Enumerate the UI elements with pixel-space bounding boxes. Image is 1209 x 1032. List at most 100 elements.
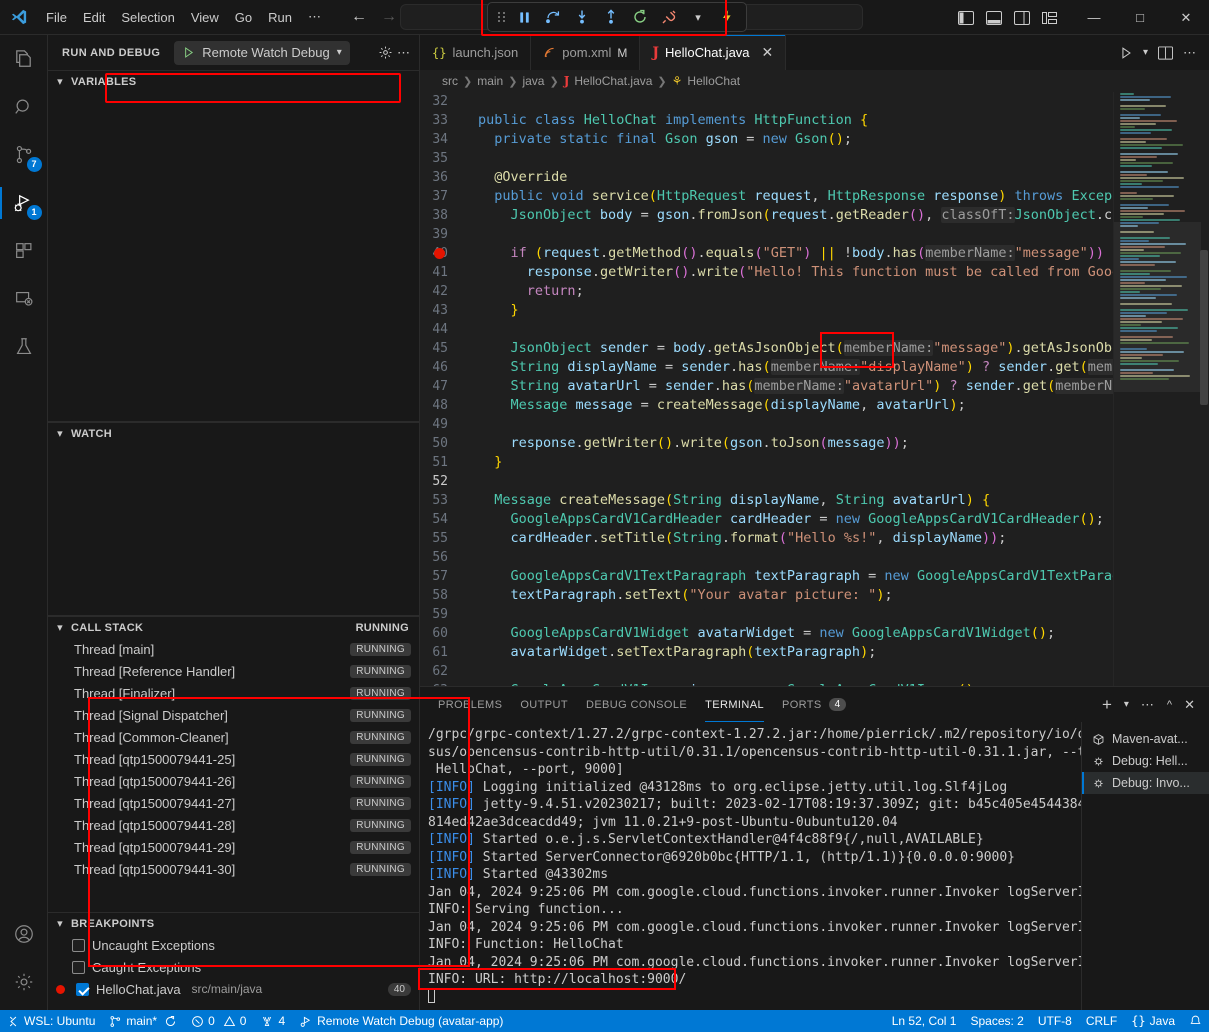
code-line[interactable]: 54 GoogleAppsCardV1CardHeader cardHeader… — [420, 510, 1113, 529]
code-line[interactable]: 51 } — [420, 453, 1113, 472]
code-line[interactable]: 63 GoogleAppsCardV1Image image = new Goo… — [420, 681, 1113, 686]
tab-problems[interactable]: PROBLEMS — [438, 687, 502, 722]
code-content[interactable]: 3233public class HelloChat implements Ht… — [420, 92, 1113, 686]
settings-gear-icon[interactable] — [0, 958, 48, 1006]
status-branch[interactable]: main* — [102, 1010, 184, 1032]
terminal-list-item[interactable]: Debug: Invo... — [1082, 772, 1209, 794]
step-out-button[interactable] — [598, 5, 624, 29]
code-line[interactable]: 58 textParagraph.setText("Your avatar pi… — [420, 586, 1113, 605]
menu-edit[interactable]: Edit — [75, 6, 113, 29]
code-line[interactable]: 45 JsonObject sender = body.getAsJsonObj… — [420, 339, 1113, 358]
status-eol[interactable]: CRLF — [1079, 1010, 1124, 1032]
watch-section-header[interactable]: ▾ WATCH — [48, 422, 419, 444]
editor-scrollbar[interactable] — [1199, 92, 1209, 686]
chevron-down-icon[interactable]: ▾ — [337, 47, 342, 58]
activity-run-and-debug-icon[interactable]: 1 — [0, 179, 48, 227]
thread-row[interactable]: Thread [qtp1500079441-25]RUNNING — [48, 748, 419, 770]
activity-explorer-icon[interactable] — [0, 35, 48, 83]
code-line[interactable]: 44 — [420, 320, 1113, 339]
code-line[interactable]: 46 String displayName = sender.has(membe… — [420, 358, 1113, 377]
code-line[interactable]: 32 — [420, 92, 1113, 111]
breadcrumb-file[interactable]: HelloChat.java — [574, 74, 652, 88]
code-line[interactable]: 34 private static final Gson gson = new … — [420, 130, 1113, 149]
breakpoint-row[interactable]: Caught Exceptions — [48, 956, 419, 978]
code-line[interactable]: 50 response.getWriter().write(gson.toJso… — [420, 434, 1113, 453]
toggle-panel-icon[interactable] — [983, 7, 1005, 29]
variables-section-header[interactable]: ▾ VARIABLES — [48, 70, 419, 92]
terminal-output[interactable]: /grpc/grpc-context/1.27.2/grpc-context-1… — [420, 722, 1081, 1010]
thread-row[interactable]: Thread [qtp1500079441-29]RUNNING — [48, 836, 419, 858]
chevron-down-icon[interactable]: ▾ — [1143, 47, 1148, 58]
more-actions-icon[interactable]: ⋯ — [397, 45, 411, 61]
tab-launch-json[interactable]: {} launch.json — [420, 35, 531, 70]
close-panel-icon[interactable]: ✕ — [1184, 697, 1195, 713]
code-line[interactable]: 42 return; — [420, 282, 1113, 301]
close-button[interactable]: ✕ — [1163, 0, 1209, 35]
code-line[interactable]: 59 — [420, 605, 1113, 624]
activity-remote-explorer-icon[interactable] — [0, 275, 48, 323]
toggle-primary-sidebar-icon[interactable] — [955, 7, 977, 29]
tab-hellochat-java[interactable]: J HelloChat.java ✕ — [640, 35, 786, 70]
menu-selection[interactable]: Selection — [113, 6, 182, 29]
drag-handle-icon[interactable] — [494, 10, 508, 24]
hot-reload-button[interactable] — [714, 5, 740, 29]
menu-bar[interactable]: File Edit Selection View Go Run ⋯ — [38, 5, 329, 29]
breakpoints-section-header[interactable]: ▾ BREAKPOINTS — [48, 912, 419, 934]
new-terminal-icon[interactable]: + — [1102, 696, 1112, 713]
code-line[interactable]: 47 String avatarUrl = sender.has(memberN… — [420, 377, 1113, 396]
tab-terminal[interactable]: TERMINAL — [705, 687, 764, 722]
tab-ports[interactable]: PORTS 4 — [782, 687, 846, 722]
run-java-icon[interactable] — [1119, 46, 1133, 60]
breakpoint-checkbox[interactable] — [72, 961, 85, 974]
status-ports[interactable]: 4 — [253, 1010, 292, 1032]
breakpoint-row[interactable]: Uncaught Exceptions — [48, 934, 419, 956]
scrollbar-thumb[interactable] — [1200, 250, 1208, 405]
activity-testing-icon[interactable] — [0, 323, 48, 371]
thread-row[interactable]: Thread [qtp1500079441-26]RUNNING — [48, 770, 419, 792]
code-line[interactable]: 56 — [420, 548, 1113, 567]
thread-row[interactable]: Thread [Reference Handler]RUNNING — [48, 660, 419, 682]
customize-layout-icon[interactable] — [1039, 7, 1061, 29]
more-actions-icon[interactable]: ⋯ — [1141, 697, 1155, 713]
status-language-mode[interactable]: {} Java — [1124, 1010, 1182, 1032]
code-line[interactable]: 49 — [420, 415, 1113, 434]
breadcrumb-src[interactable]: src — [442, 74, 458, 88]
close-icon[interactable]: ✕ — [762, 44, 774, 61]
status-debug-session[interactable]: Remote Watch Debug (avatar-app) — [292, 1010, 510, 1032]
tab-debug-console[interactable]: DEBUG CONSOLE — [586, 687, 687, 722]
code-line[interactable]: 48 Message message = createMessage(displ… — [420, 396, 1113, 415]
call-stack-section-header[interactable]: ▾ CALL STACK Running — [48, 616, 419, 638]
status-remote[interactable]: WSL: Ubuntu — [0, 1010, 102, 1032]
chevron-down-icon[interactable]: ▾ — [1124, 699, 1129, 710]
code-line[interactable]: 52 — [420, 472, 1113, 491]
more-actions-icon[interactable]: ⋯ — [1183, 45, 1197, 61]
thread-row[interactable]: Thread [qtp1500079441-27]RUNNING — [48, 792, 419, 814]
status-problems[interactable]: 0 0 — [184, 1010, 253, 1032]
breakpoint-checkbox[interactable] — [76, 983, 89, 996]
code-line[interactable]: 36 @Override — [420, 168, 1113, 187]
chevron-down-icon[interactable]: ▾ — [685, 5, 711, 29]
minimize-button[interactable]: — — [1071, 0, 1117, 35]
arrow-left-icon[interactable]: ← — [351, 8, 367, 26]
code-line[interactable]: 38 JsonObject body = gson.fromJson(reque… — [420, 206, 1113, 225]
breakpoint-row[interactable]: HelloChat.javasrc/main/java40 — [48, 978, 419, 1000]
thread-row[interactable]: Thread [qtp1500079441-30]RUNNING — [48, 858, 419, 880]
code-line[interactable]: 61 avatarWidget.setTextParagraph(textPar… — [420, 643, 1113, 662]
gear-icon[interactable] — [378, 45, 393, 60]
arrow-right-icon[interactable]: → — [381, 8, 397, 26]
code-line[interactable]: 39 — [420, 225, 1113, 244]
code-line[interactable]: 60 GoogleAppsCardV1Widget avatarWidget =… — [420, 624, 1113, 643]
step-into-button[interactable] — [569, 5, 595, 29]
pause-button[interactable] — [511, 5, 537, 29]
breadcrumb-main[interactable]: main — [477, 74, 503, 88]
disconnect-button[interactable] — [656, 5, 682, 29]
step-over-button[interactable] — [540, 5, 566, 29]
accounts-icon[interactable] — [0, 910, 48, 958]
launch-config-dropdown[interactable]: Remote Watch Debug ▾ — [174, 41, 349, 65]
code-line[interactable]: 57 GoogleAppsCardV1TextParagraph textPar… — [420, 567, 1113, 586]
code-line[interactable]: 53 Message createMessage(String displayN… — [420, 491, 1113, 510]
breadcrumb-java[interactable]: java — [522, 74, 544, 88]
tab-output[interactable]: OUTPUT — [520, 687, 568, 722]
maximize-panel-icon[interactable]: ^ — [1167, 699, 1172, 711]
thread-row[interactable]: Thread [Common-Cleaner]RUNNING — [48, 726, 419, 748]
